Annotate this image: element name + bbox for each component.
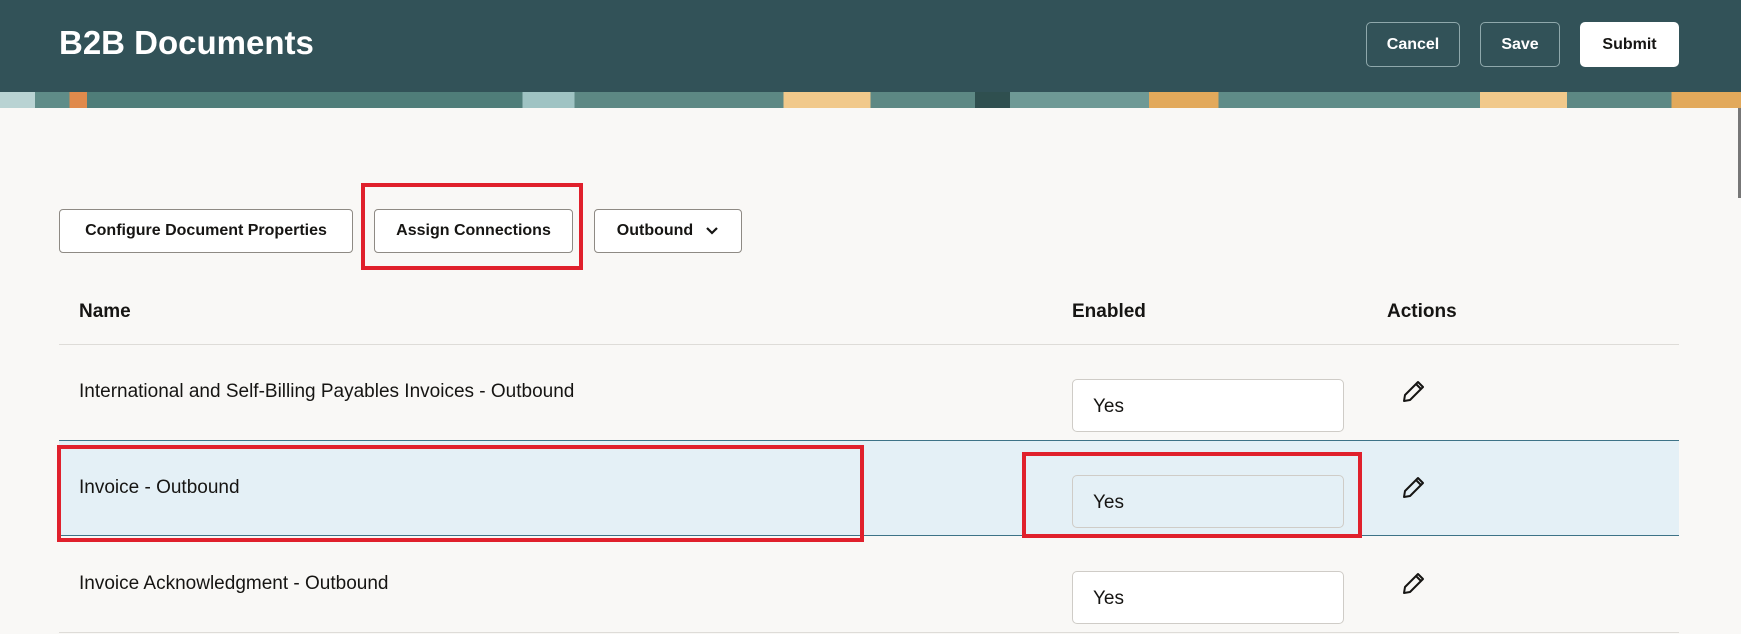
divider	[59, 632, 1679, 633]
decorative-banner	[0, 92, 1741, 108]
app-header: B2B Documents Cancel Save Submit	[0, 0, 1741, 92]
table-row[interactable]: Invoice Acknowledgment - Outbound Yes	[59, 536, 1679, 632]
submit-button[interactable]: Submit	[1580, 22, 1679, 67]
column-header-name: Name	[79, 301, 131, 322]
direction-value: Outbound	[616, 222, 694, 239]
table-row[interactable]: International and Self-Billing Payables …	[59, 344, 1679, 440]
document-name: Invoice Acknowledgment - Outbound	[79, 573, 389, 594]
configure-document-properties-button[interactable]: Configure Document Properties	[59, 209, 353, 253]
edit-pencil-icon[interactable]	[1399, 378, 1427, 406]
edit-pencil-icon[interactable]	[1399, 570, 1427, 598]
direction-select[interactable]: Outbound	[594, 209, 742, 253]
chevron-down-icon	[706, 227, 718, 235]
column-header-actions: Actions	[1387, 301, 1457, 322]
page-title: B2B Documents	[59, 24, 314, 61]
table-row-selected[interactable]: Invoice - Outbound Yes	[59, 440, 1679, 536]
assign-connections-button[interactable]: Assign Connections	[374, 209, 573, 253]
save-button[interactable]: Save	[1480, 22, 1560, 67]
cancel-button[interactable]: Cancel	[1366, 22, 1460, 67]
edit-pencil-icon[interactable]	[1399, 474, 1427, 502]
enabled-field[interactable]: Yes	[1072, 571, 1344, 624]
document-name: International and Self-Billing Payables …	[79, 381, 575, 402]
enabled-field[interactable]: Yes	[1072, 475, 1344, 528]
enabled-field[interactable]: Yes	[1072, 379, 1344, 432]
document-name: Invoice - Outbound	[79, 477, 240, 498]
column-header-enabled: Enabled	[1072, 301, 1146, 322]
